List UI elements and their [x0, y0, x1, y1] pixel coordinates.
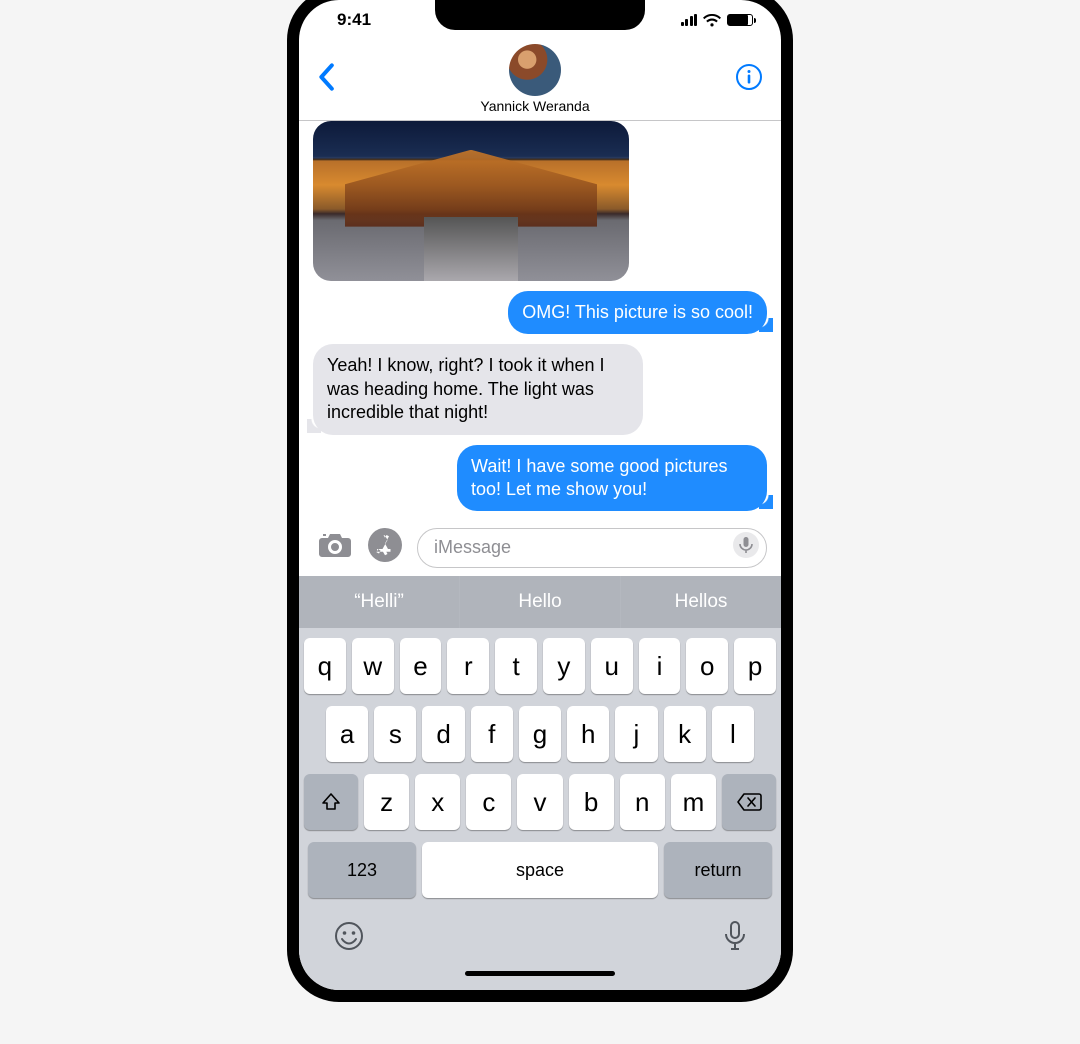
key-p[interactable]: p [734, 638, 776, 694]
suggestion[interactable]: Hellos [621, 576, 781, 628]
dictate-button[interactable] [723, 920, 747, 957]
keyboard-bottom-row [299, 898, 781, 963]
sent-message[interactable]: Wait! I have some good pictures too! Let… [457, 445, 767, 512]
key-v[interactable]: v [517, 774, 562, 830]
suggestion[interactable]: “Helli” [299, 576, 460, 628]
home-indicator[interactable] [465, 971, 615, 976]
conversation-header: Yannick Weranda [299, 40, 781, 121]
key-d[interactable]: d [422, 706, 464, 762]
key-y[interactable]: y [543, 638, 585, 694]
key-l[interactable]: l [712, 706, 754, 762]
key-h[interactable]: h [567, 706, 609, 762]
key-n[interactable]: n [620, 774, 665, 830]
camera-button[interactable] [317, 530, 353, 565]
sent-message[interactable]: OMG! This picture is so cool! [508, 291, 767, 334]
backspace-key[interactable] [722, 774, 776, 830]
key-r[interactable]: r [447, 638, 489, 694]
key-b[interactable]: b [569, 774, 614, 830]
key-t[interactable]: t [495, 638, 537, 694]
key-x[interactable]: x [415, 774, 460, 830]
key-row-3: z x c v b n m [304, 774, 776, 830]
status-time: 9:41 [337, 10, 371, 30]
suggestion-bar: “Helli” Hello Hellos [299, 576, 781, 628]
key-u[interactable]: u [591, 638, 633, 694]
shift-key[interactable] [304, 774, 358, 830]
emoji-button[interactable] [333, 920, 365, 957]
received-message[interactable]: Yeah! I know, right? I took it when I wa… [313, 344, 643, 434]
key-k[interactable]: k [664, 706, 706, 762]
key-row-2: a s d f g h j k l [304, 706, 776, 762]
key-f[interactable]: f [471, 706, 513, 762]
contact-name: Yannick Weranda [480, 98, 589, 114]
key-o[interactable]: o [686, 638, 728, 694]
key-c[interactable]: c [466, 774, 511, 830]
status-right [681, 14, 754, 27]
space-key[interactable]: space [422, 842, 658, 898]
details-button[interactable] [735, 63, 763, 96]
key-m[interactable]: m [671, 774, 716, 830]
message-list[interactable]: OMG! This picture is so cool! Yeah! I kn… [299, 121, 781, 521]
key-q[interactable]: q [304, 638, 346, 694]
phone-frame: 9:41 Yannick Weranda OMG! This picture i… [299, 0, 781, 990]
suggestion[interactable]: Hello [460, 576, 621, 628]
key-a[interactable]: a [326, 706, 368, 762]
numbers-key[interactable]: 123 [308, 842, 416, 898]
device-notch [435, 0, 645, 30]
key-row-4: 123 space return [304, 842, 776, 898]
key-z[interactable]: z [364, 774, 409, 830]
key-j[interactable]: j [615, 706, 657, 762]
received-image-message[interactable] [313, 121, 629, 281]
contact-info[interactable]: Yannick Weranda [480, 44, 589, 114]
key-g[interactable]: g [519, 706, 561, 762]
keyboard: “Helli” Hello Hellos q w e r t y u i o p… [299, 576, 781, 990]
key-w[interactable]: w [352, 638, 394, 694]
contact-avatar [509, 44, 561, 96]
compose-bar: iMessage [299, 521, 781, 576]
battery-icon [727, 14, 753, 26]
back-button[interactable] [317, 63, 335, 96]
key-row-1: q w e r t y u i o p [304, 638, 776, 694]
app-store-button[interactable] [367, 527, 403, 568]
message-input[interactable]: iMessage [417, 528, 767, 568]
key-i[interactable]: i [639, 638, 681, 694]
message-placeholder: iMessage [434, 537, 732, 558]
key-e[interactable]: e [400, 638, 442, 694]
return-key[interactable]: return [664, 842, 772, 898]
wifi-icon [703, 14, 721, 27]
dictate-inline-button[interactable] [732, 531, 760, 564]
key-s[interactable]: s [374, 706, 416, 762]
cellular-signal-icon [681, 14, 698, 26]
